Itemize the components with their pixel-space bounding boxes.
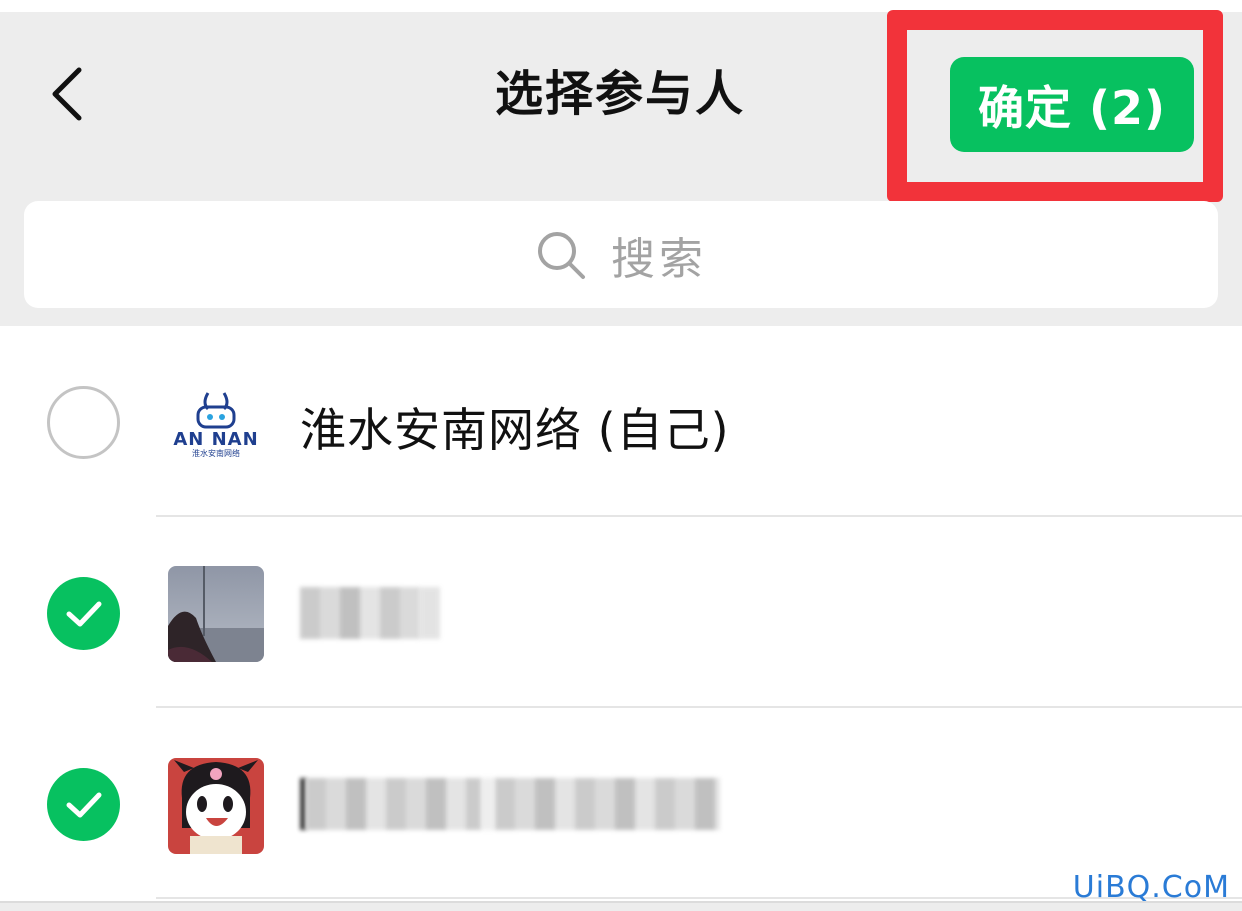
bottom-strip	[0, 901, 1242, 911]
checked-radio-icon[interactable]	[47, 768, 120, 841]
avatar	[168, 566, 264, 662]
logo-subtext: 淮水安南网络	[192, 449, 240, 458]
contact-name-redacted	[300, 778, 720, 830]
logo-text: AN NAN	[173, 429, 259, 450]
search-input[interactable]: 搜索	[24, 201, 1218, 308]
watermark: UiBQ.CoM	[1072, 870, 1230, 905]
cartoon-avatar-icon	[168, 758, 264, 854]
list-item[interactable]: AN NAN 淮水安南网络 淮水安南网络 (自己)	[0, 326, 1242, 516]
checked-radio-icon[interactable]	[47, 577, 120, 650]
avatar	[168, 758, 264, 854]
search-placeholder: 搜索	[611, 233, 707, 285]
list-item[interactable]	[0, 708, 1242, 898]
header: 选择参与人 确定 (2) 搜索	[0, 10, 1242, 326]
chevron-left-icon	[52, 67, 82, 121]
avatar: AN NAN 淮水安南网络	[168, 376, 264, 472]
contact-name: 淮水安南网络 (自己)	[300, 403, 730, 457]
back-button[interactable]	[36, 64, 96, 124]
robot-logo-icon	[196, 392, 236, 429]
contact-name-redacted	[300, 587, 440, 639]
unchecked-radio-icon[interactable]	[47, 386, 120, 459]
list-item[interactable]	[0, 517, 1242, 707]
highlight-annotation	[887, 10, 1223, 202]
page-title: 选择参与人	[494, 66, 745, 122]
search-icon	[535, 229, 587, 281]
photo-avatar-icon	[168, 566, 264, 662]
